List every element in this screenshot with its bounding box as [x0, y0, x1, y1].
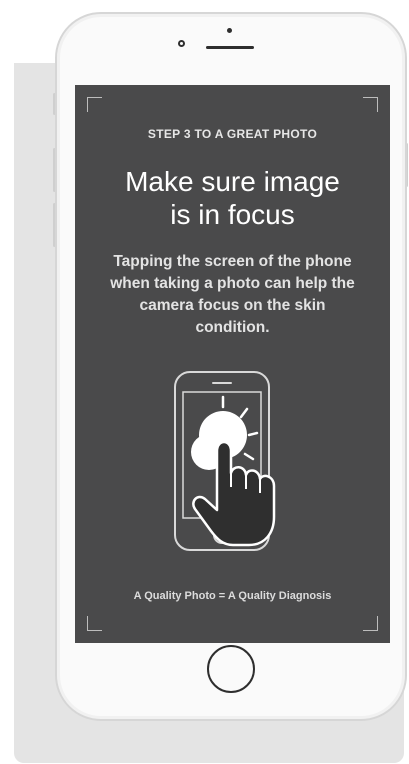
- front-camera: [178, 40, 185, 47]
- focus-corner-top-left: [87, 97, 102, 112]
- title-line-1: Make sure image: [125, 166, 340, 197]
- step-label: STEP 3 TO A GREAT PHOTO: [147, 127, 318, 141]
- home-button[interactable]: [207, 645, 255, 693]
- tap-to-focus-phone-icon: [173, 369, 285, 558]
- phone-screen: STEP 3 TO A GREAT PHOTO Make sure image …: [75, 85, 390, 643]
- page-title: Make sure image is in focus: [75, 165, 390, 231]
- focus-corner-bottom-right: [363, 616, 378, 631]
- focus-corner-top-right: [363, 97, 378, 112]
- description-text: Tapping the screen of the phone when tak…: [110, 253, 355, 336]
- front-sensor: [227, 28, 232, 33]
- focus-corner-bottom-left: [87, 616, 102, 631]
- earpiece-speaker: [206, 46, 254, 49]
- title-line-2: is in focus: [170, 199, 295, 230]
- footer-tagline: A Quality Photo = A Quality Diagnosis: [133, 590, 332, 602]
